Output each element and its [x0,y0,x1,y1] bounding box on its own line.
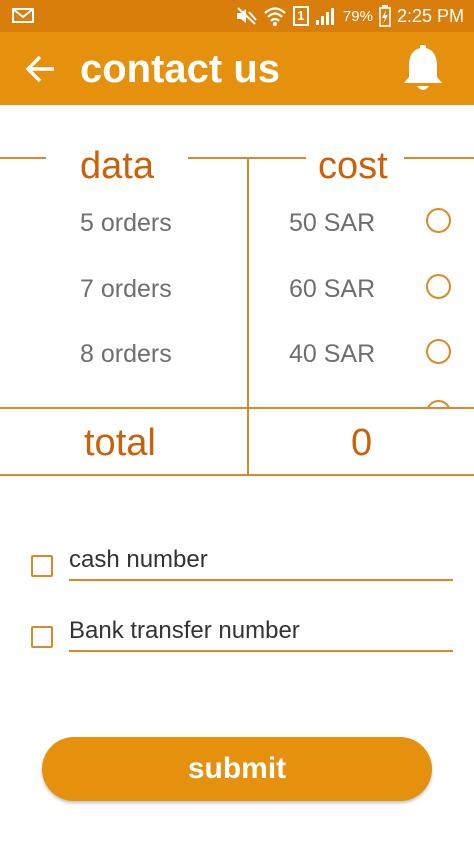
signal-icon [315,8,334,25]
battery-icon [379,5,391,27]
wifi-icon [264,7,286,26]
bank-transfer-field[interactable]: Bank transfer number [69,614,453,652]
bank-checkbox[interactable] [31,626,53,648]
row-1-radio[interactable] [426,208,451,233]
row-2-radio[interactable] [426,274,451,299]
sim-badge: 1 [292,6,309,26]
mute-icon [236,7,257,25]
row-2-cost: 60 SAR [289,275,376,303]
app-bar: contact us [0,32,474,105]
row-1-cost: 50 SAR [289,209,376,237]
arrow-left-icon[interactable] [24,52,58,86]
clock: 2:25 PM [396,5,464,26]
bank-transfer-placeholder: Bank transfer number [69,617,300,644]
column-divider [247,157,249,475]
row-3-radio[interactable] [426,339,451,364]
bell-icon[interactable] [400,44,446,94]
total-rule-top [0,407,474,409]
header-data: data [80,145,154,187]
page-title: contact us [80,47,281,91]
header-rule-left [0,157,46,159]
cash-checkbox[interactable] [31,555,53,577]
status-icons: 1 79% 2:25 PM [235,0,464,32]
total-value: 0 [351,422,373,464]
mail-icon [12,8,34,23]
row-2-data: 7 orders [80,275,172,303]
cash-number-field[interactable]: cash number [69,543,453,581]
total-label: total [84,422,156,464]
total-rule-bottom [0,474,474,476]
cash-number-placeholder: cash number [69,546,208,573]
row-3-data: 8 orders [80,340,172,368]
submit-button[interactable]: submit [42,737,432,801]
row-3-cost: 40 SAR [289,340,376,368]
header-rule-right [404,157,474,159]
battery-percent: 79% [342,7,373,25]
status-bar: 1 79% 2:25 PM [0,0,474,32]
header-cost: cost [318,145,388,187]
row-4-radio-partial[interactable] [426,400,451,407]
row-1-data: 5 orders [80,209,172,237]
